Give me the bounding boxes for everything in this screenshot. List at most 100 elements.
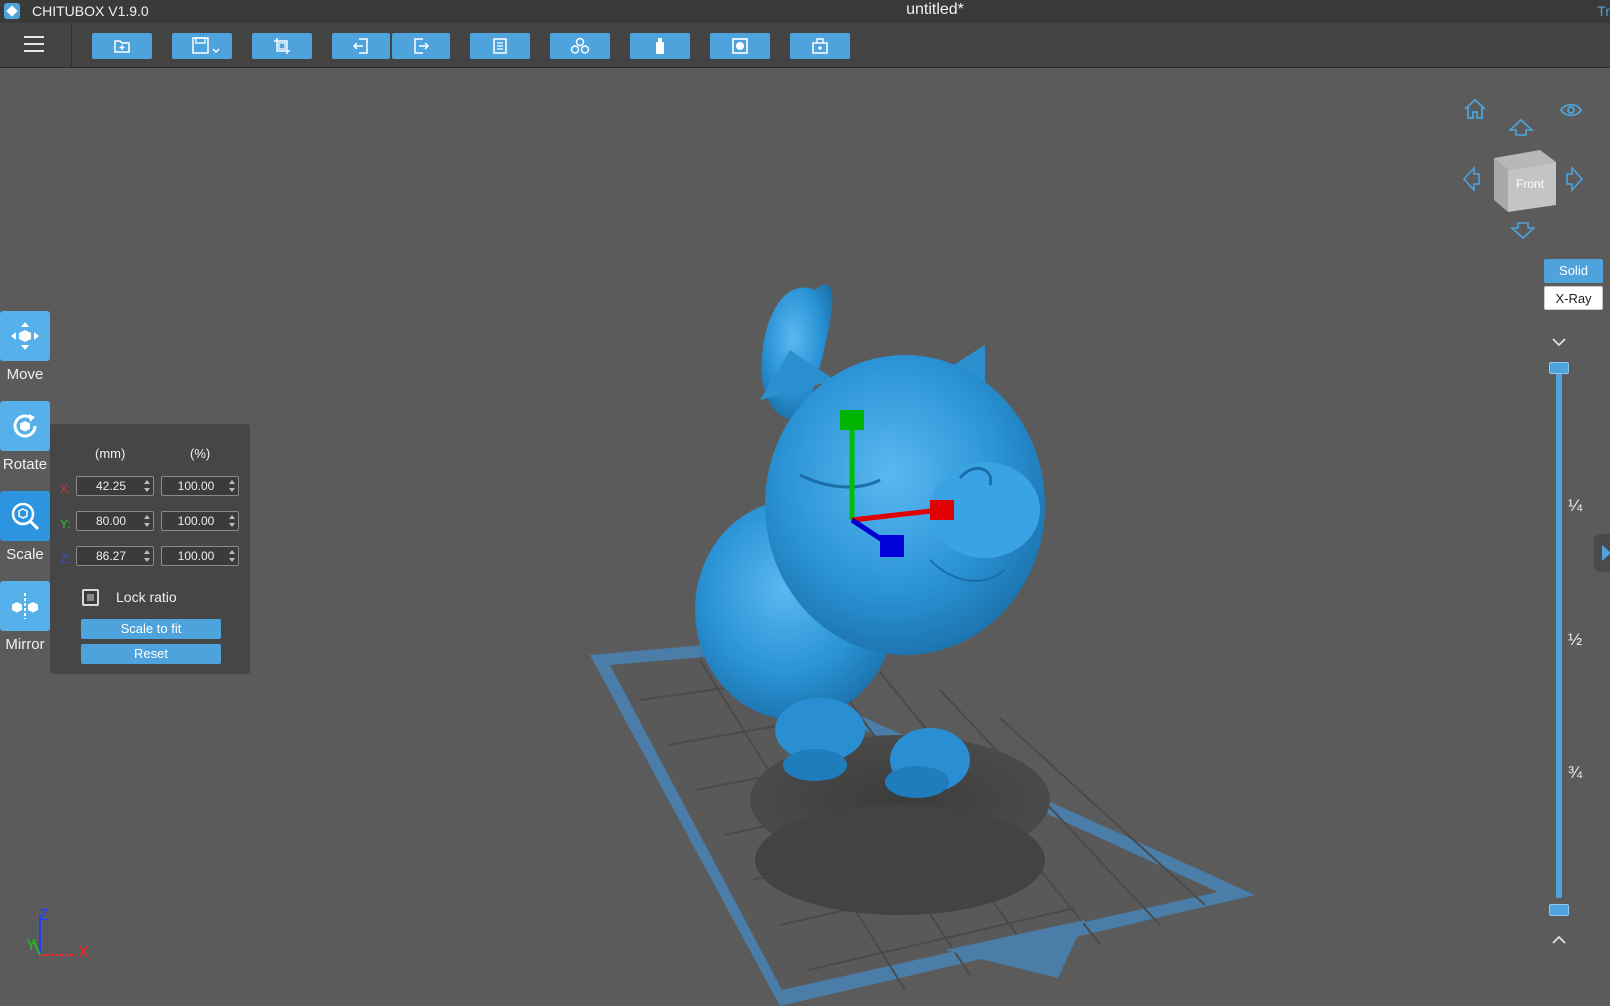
arrow-right-icon <box>1566 165 1584 193</box>
slider-expand-button[interactable] <box>1551 932 1567 950</box>
home-icon <box>1464 98 1486 119</box>
layer-slider-top-handle[interactable] <box>1549 362 1569 374</box>
rotate-icon <box>13 414 37 438</box>
layers-icon <box>493 38 507 54</box>
z-mm-value: 86.27 <box>95 549 127 563</box>
z-percent-input[interactable]: 100.00 <box>161 546 239 566</box>
scale-to-fit-button[interactable]: Scale to fit <box>81 619 221 639</box>
bottle-icon <box>656 38 664 54</box>
z-mm-input[interactable]: 86.27 <box>76 546 154 566</box>
slider-mark-three-quarter: ¾ <box>1568 763 1583 782</box>
y-mm-spinner[interactable] <box>144 514 150 528</box>
y-percent-value: 100.00 <box>177 514 215 528</box>
arrange-button[interactable] <box>550 33 610 59</box>
z-axis-label: Z: <box>60 552 71 566</box>
scale-tool-label: Scale <box>6 546 44 563</box>
mirror-tool-button[interactable] <box>0 581 50 631</box>
scale-tool[interactable]: Scale <box>0 491 50 563</box>
mirror-icon <box>12 593 38 619</box>
visibility-button[interactable] <box>1559 102 1583 123</box>
arrow-up-icon <box>1507 118 1535 136</box>
layout-button[interactable] <box>470 33 530 59</box>
slider-mark-quarter: ¼ <box>1568 496 1583 515</box>
eye-icon <box>1559 103 1583 117</box>
y-axis-label: Y: <box>60 517 71 531</box>
menu-icon[interactable] <box>24 36 44 52</box>
open-file-button[interactable] <box>92 33 152 59</box>
gizmo-z-handle[interactable] <box>880 535 904 557</box>
x-percent-input[interactable]: 100.00 <box>161 476 239 496</box>
import-button[interactable] <box>332 33 390 59</box>
chitubox-window: CHITUBOX V1.9.0 untitled* Tr Front Z Y X… <box>0 0 1610 1006</box>
layer-slider-track[interactable] <box>1556 368 1562 898</box>
title-bar-right-fragment: Tr <box>1597 3 1610 19</box>
lock-ratio-checkbox[interactable] <box>82 589 99 606</box>
export-button[interactable] <box>392 33 450 59</box>
hollow-icon <box>732 38 748 54</box>
crop-icon <box>274 38 290 54</box>
toolbar-divider <box>71 23 72 68</box>
x-mm-value: 42.25 <box>95 479 127 493</box>
scale-magnifier-icon <box>11 502 40 531</box>
export-icon <box>414 38 430 54</box>
move-tool-button[interactable] <box>0 311 50 361</box>
home-view-button[interactable] <box>1463 98 1487 125</box>
percent-column-header: (%) <box>190 446 211 461</box>
gizmo-y-handle[interactable] <box>840 410 864 430</box>
rotate-tool[interactable]: Rotate <box>0 401 50 473</box>
scale-tool-button[interactable] <box>0 491 50 541</box>
view-right-button[interactable] <box>1566 165 1584 197</box>
x-percent-spinner[interactable] <box>229 479 235 493</box>
x-mm-spinner[interactable] <box>144 479 150 493</box>
axis-x-label: X <box>78 944 89 961</box>
rotate-tool-button[interactable] <box>0 401 50 451</box>
gizmo-x-handle[interactable] <box>930 500 954 520</box>
move-tool[interactable]: Move <box>0 311 50 383</box>
import-icon <box>352 38 368 54</box>
arrow-left-icon <box>1462 165 1480 193</box>
x-mm-input[interactable]: 42.25 <box>76 476 154 496</box>
z-percent-spinner[interactable] <box>229 549 235 563</box>
move-arrows-icon <box>11 322 39 350</box>
arrow-down-icon <box>1509 222 1537 240</box>
z-mm-spinner[interactable] <box>144 549 150 563</box>
slice-icon <box>812 38 828 54</box>
main-toolbar <box>0 23 1610 68</box>
x-axis-label: X: <box>60 482 72 496</box>
xray-mode-button[interactable]: X-Ray <box>1544 286 1603 310</box>
y-mm-input[interactable]: 80.00 <box>76 511 154 531</box>
save-button[interactable] <box>172 33 232 59</box>
slider-mark-half: ½ <box>1568 630 1583 649</box>
rotate-tool-label: Rotate <box>2 456 48 473</box>
y-percent-input[interactable]: 100.00 <box>161 511 239 531</box>
hollow-button[interactable] <box>710 33 770 59</box>
lock-ratio-label: Lock ratio <box>116 589 177 605</box>
folder-open-icon <box>114 40 130 53</box>
y-mm-value: 80.00 <box>95 514 127 528</box>
cubes-icon <box>570 37 590 54</box>
y-percent-spinner[interactable] <box>229 514 235 528</box>
chevron-up-icon <box>1552 935 1566 944</box>
view-cube-front-label: Front <box>1516 177 1545 191</box>
view-bottom-button[interactable] <box>1509 222 1537 245</box>
x-percent-value: 100.00 <box>177 479 215 493</box>
mm-column-header: (mm) <box>95 446 126 461</box>
title-bar: CHITUBOX V1.9.0 untitled* Tr <box>0 0 1610 23</box>
mirror-tool[interactable]: Mirror <box>0 581 50 653</box>
chevron-down-icon <box>1552 338 1566 347</box>
solid-mode-button[interactable]: Solid <box>1544 259 1603 283</box>
move-tool-label: Move <box>6 366 44 383</box>
right-panel-toggle[interactable] <box>1594 534 1610 572</box>
slice-button[interactable] <box>790 33 850 59</box>
support-button[interactable] <box>630 33 690 59</box>
layer-slider-bottom-handle[interactable] <box>1549 904 1569 916</box>
slider-collapse-button[interactable] <box>1551 334 1567 352</box>
mirror-tool-label: Mirror <box>5 636 45 653</box>
reset-button[interactable]: Reset <box>81 644 221 664</box>
view-left-button[interactable] <box>1462 165 1480 197</box>
crop-button[interactable] <box>252 33 312 59</box>
document-title: untitled* <box>906 1 964 18</box>
scale-panel: (mm) (%) X: 42.25 100.00 Y: 80.00 100.00… <box>50 424 250 674</box>
z-percent-value: 100.00 <box>177 549 215 563</box>
view-top-button[interactable] <box>1507 118 1535 141</box>
